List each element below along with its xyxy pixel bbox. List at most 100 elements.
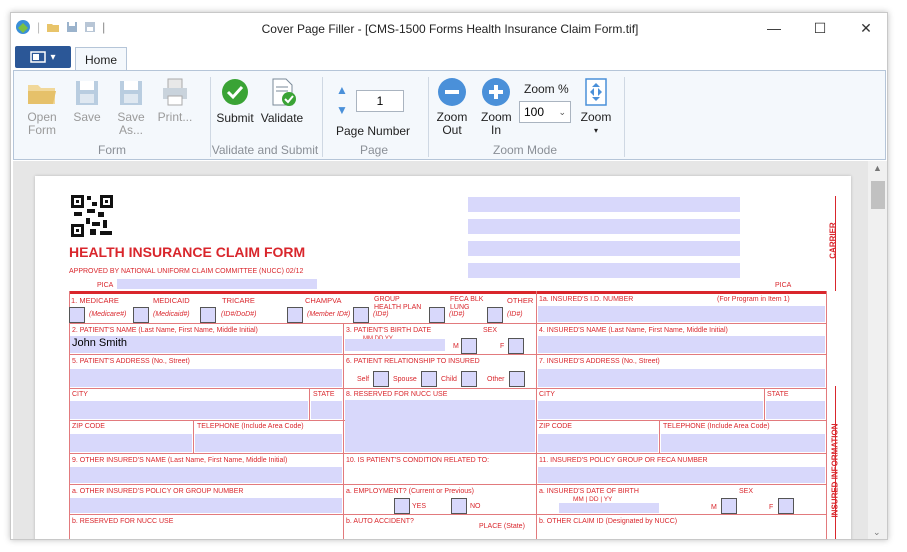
form-top-rule [69,291,826,294]
menu-icon [30,51,47,63]
insured-id-field[interactable] [538,306,825,322]
submit-button[interactable]: Submit [214,77,256,125]
insured-address-label: 7. INSURED'S ADDRESS (No., Street) [539,358,660,365]
carrier-name-field[interactable] [468,197,740,212]
save-button[interactable]: Save [72,77,102,124]
insured-state-label: STATE [767,391,789,398]
employment-label: a. EMPLOYMENT? (Current or Previous) [346,488,474,495]
employment-yes-label: YES [412,503,427,510]
patient-name-field[interactable]: John Smith [70,336,342,353]
patient-state-field[interactable] [311,401,342,419]
medicaid-sub: (Medicaid#) [153,311,190,318]
medicare-checkbox[interactable] [69,307,85,323]
patient-telephone-field[interactable] [195,434,342,452]
vertical-scrollbar[interactable]: ▲ ⌄ [868,161,887,539]
col-divider [343,323,344,539]
spouse-checkbox[interactable] [421,371,437,387]
save-as-button[interactable]: Save As... [114,77,148,137]
form-title: HEALTH INSURANCE CLAIM FORM [69,244,306,260]
print-icon [163,78,187,106]
insured-city-label: CITY [539,391,555,398]
sex-m-checkbox[interactable] [461,338,477,354]
insured-sex-m-checkbox[interactable] [721,498,737,514]
patient-address-field[interactable] [70,369,342,387]
pica-left-field[interactable] [117,279,317,289]
other-insured-name-label: 9. OTHER INSURED'S NAME (Last Name, Firs… [72,457,288,464]
validate-icon [272,78,296,106]
other-checkbox[interactable] [487,307,503,323]
reserved-nucc-field[interactable] [345,400,535,452]
group-label-validate: Validate and Submit [211,143,319,157]
tricare-checkbox[interactable] [200,307,216,323]
sex-m-label: M [453,343,459,350]
self-checkbox[interactable] [373,371,389,387]
employment-no-checkbox[interactable] [451,498,467,514]
zoom-fit-icon [585,78,607,106]
print-button[interactable]: Print... [156,77,194,124]
insured-dob-label: a. INSURED'S DATE OF BIRTH [539,488,639,495]
application-menu-button[interactable]: ▾ [15,46,71,68]
insured-policy-field[interactable] [538,467,825,483]
sex-f-checkbox[interactable] [508,338,524,354]
group-health-plan-checkbox[interactable] [353,307,369,323]
close-button[interactable]: ✕ [843,13,887,43]
qr-code [70,194,114,238]
insured-state-field[interactable] [766,401,825,419]
insured-sex-f-checkbox[interactable] [778,498,794,514]
employment-yes-checkbox[interactable] [394,498,410,514]
zoom-mode-button[interactable]: Zoom ▾ [578,77,614,137]
carrier-address1-field[interactable] [468,219,740,234]
insured-dob-format: MM | DD | YY [573,496,613,503]
zoom-in-button[interactable]: Zoom In [478,77,514,137]
insured-name-field[interactable] [538,336,825,353]
group-health-plan-sub: (ID#) [373,311,389,318]
patient-city-field[interactable] [70,401,308,419]
scroll-thumb[interactable] [871,181,885,209]
ribbon-tabs: ▾ Home [11,43,887,71]
sex-label: SEX [483,327,498,334]
carrier-address2-field[interactable] [468,241,740,256]
page-number-input[interactable]: 1 [356,90,404,112]
minimize-button[interactable]: — [751,13,797,43]
page-up-arrow-icon[interactable]: ▲ [336,83,348,97]
auto-accident-place-label: PLACE (State) [479,523,525,530]
row-divider [69,484,826,485]
maximize-button[interactable]: ☐ [797,13,843,43]
title-bar: | | Cover Page Filler - [CMS-1500 Forms … [11,13,887,43]
other-policy-field[interactable] [70,498,342,513]
carrier-city-field[interactable] [468,263,740,278]
champva-checkbox[interactable] [287,307,303,323]
relationship-label: 6. PATIENT RELATIONSHIP TO INSURED [346,358,480,365]
open-form-button[interactable]: Open Form [24,77,60,137]
other-relationship-checkbox[interactable] [509,371,525,387]
insured-telephone-field[interactable] [661,434,825,452]
group-separator [624,77,625,157]
other-policy-label: a. OTHER INSURED'S POLICY OR GROUP NUMBE… [72,488,244,495]
chevron-down-icon: ▾ [50,51,56,63]
birth-date-field[interactable] [345,339,445,351]
insured-city-field[interactable] [538,401,763,419]
other-insured-name-field[interactable] [70,467,342,483]
scroll-up-icon[interactable]: ▲ [873,163,882,173]
scroll-down-icon[interactable]: ⌄ [873,527,881,538]
patient-zip-field[interactable] [70,434,192,452]
insured-telephone-label: TELEPHONE (Include Area Code) [663,423,770,430]
child-checkbox[interactable] [461,371,477,387]
insured-address-field[interactable] [538,369,825,387]
medicaid-label: MEDICAID [153,296,190,305]
zoom-out-button[interactable]: Zoom Out [434,77,470,137]
zoom-percent-value: 100 [524,105,545,119]
patient-address-label: 5. PATIENT'S ADDRESS (No., Street) [72,358,190,365]
patient-name-label: 2. PATIENT'S NAME (Last Name, First Name… [72,327,258,334]
validate-button[interactable]: Validate [259,77,305,125]
col-divider [536,291,537,539]
insured-zip-field[interactable] [538,434,658,452]
medicaid-checkbox[interactable] [133,307,149,323]
feca-checkbox[interactable] [429,307,445,323]
insured-dob-field[interactable] [559,503,659,513]
page-down-arrow-icon[interactable]: ▼ [336,103,348,117]
tab-home[interactable]: Home [75,47,127,71]
document-viewer[interactable]: HEALTH INSURANCE CLAIM FORM APPROVED BY … [13,161,868,539]
zoom-percent-select[interactable]: 100 ⌄ [519,101,571,123]
insured-sex-label: SEX [739,488,754,495]
